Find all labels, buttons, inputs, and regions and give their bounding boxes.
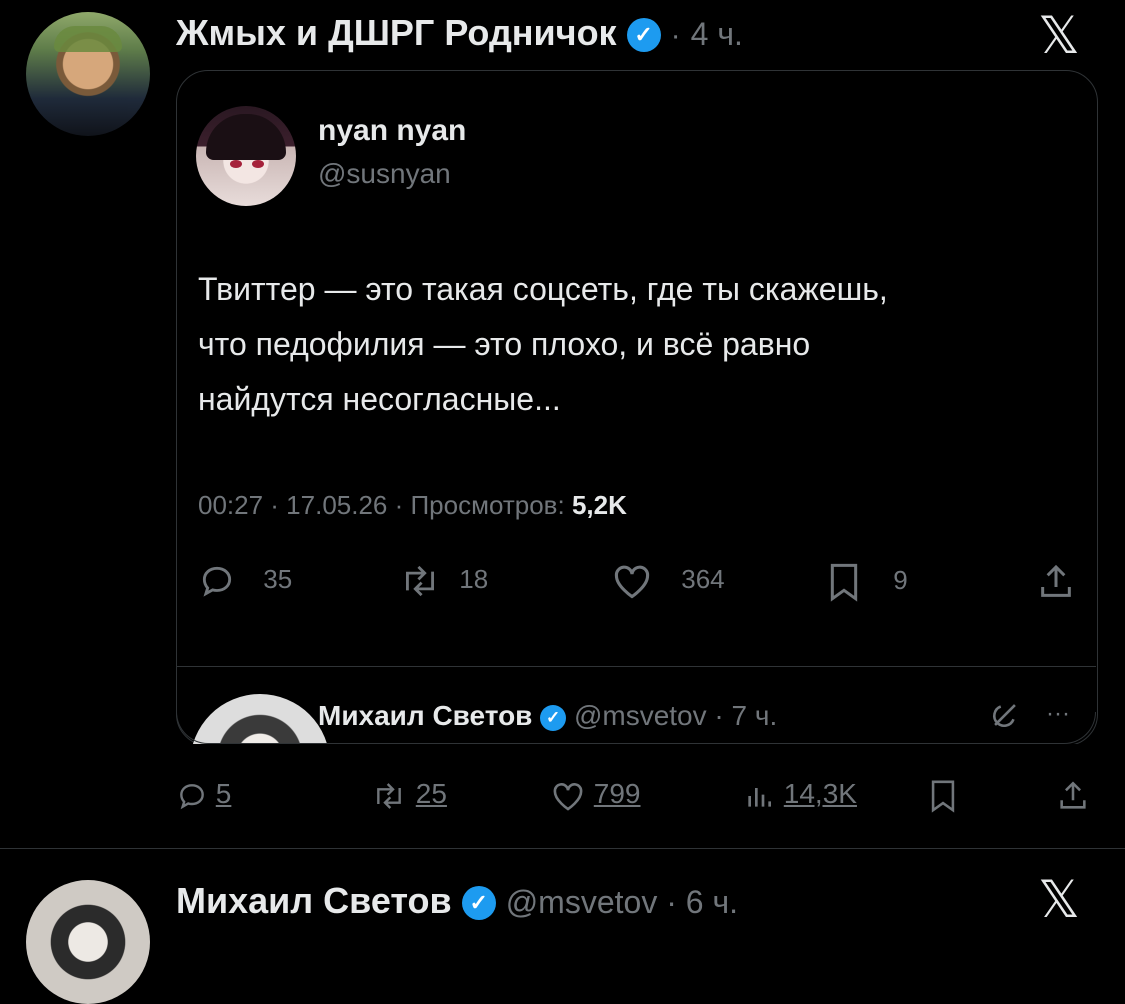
quote-author-handle[interactable]: @susnyan — [318, 158, 451, 190]
quote-author-name[interactable]: nyan nyan — [318, 114, 466, 148]
share-icon — [1041, 564, 1071, 597]
views-count: 14,3K — [783, 778, 857, 809]
quote-text-line: что педофилия — это плохо, и всё равно — [198, 326, 811, 362]
quote-reply-button[interactable]: 35 — [198, 562, 292, 600]
next-handle-time[interactable]: @msvetov · 6 ч. — [506, 884, 738, 920]
next-author-avatar[interactable] — [26, 880, 150, 1004]
bookmark-icon — [830, 563, 858, 602]
views-icon — [748, 787, 771, 807]
quote-bookmark-count: 9 — [893, 564, 908, 595]
repost-icon — [406, 565, 434, 597]
like-button[interactable]: 799 — [550, 778, 641, 812]
quote-text-line: найдутся несогласные... — [198, 381, 561, 417]
post-separator — [0, 848, 1125, 849]
quote-like-button[interactable]: 364 — [610, 562, 725, 600]
reply-icon — [180, 783, 204, 809]
quote-like-count: 364 — [681, 563, 725, 594]
bookmark-icon — [931, 780, 955, 813]
next-post-header: Михаил Светов ✓ @msvetov · 6 ч. — [176, 880, 738, 922]
avatar-eye — [252, 160, 264, 168]
quote-reply-count: 35 — [263, 563, 293, 594]
verified-icon: ✓ — [461, 886, 496, 921]
quote-meta: 00:27 · 17.05.26 · Просмотров: 5,2K — [198, 490, 627, 521]
share-button[interactable] — [1056, 778, 1090, 813]
quote-views: 5,2K — [571, 490, 627, 520]
x-logo-icon[interactable]: 𝕏 — [1038, 6, 1080, 66]
time-separator: · — [670, 19, 681, 52]
avatar-laurel — [54, 26, 122, 52]
like-icon — [614, 565, 650, 599]
repost-count: 25 — [415, 778, 447, 809]
reply-button[interactable]: 5 — [176, 778, 231, 812]
post-header: Жмых и ДШРГ Родничок ✓ · 4 ч. — [176, 12, 743, 54]
quote-card-bottom-border — [176, 712, 1096, 744]
quote-text: Твиттер — это такая соцсеть, где ты скаж… — [198, 262, 1088, 427]
reply-count: 5 — [215, 778, 232, 809]
quote-share-button[interactable] — [1036, 562, 1076, 602]
bookmark-button[interactable] — [928, 778, 958, 813]
repost-button[interactable]: 25 — [370, 778, 447, 812]
verified-icon: ✓ — [626, 18, 661, 53]
like-count: 799 — [593, 778, 641, 809]
x-logo-icon[interactable]: 𝕏 — [1038, 870, 1080, 930]
quote-bookmark-button[interactable]: 9 — [826, 562, 908, 602]
avatar-hair — [206, 114, 286, 160]
post-time[interactable]: 4 ч. — [691, 16, 743, 52]
author-name[interactable]: Жмых и ДШРГ Родничок — [176, 12, 617, 53]
like-icon — [553, 782, 583, 811]
author-avatar[interactable] — [26, 12, 150, 136]
views-button[interactable]: 14,3K — [742, 778, 857, 812]
quote-divider — [176, 666, 1096, 667]
quote-repost-button[interactable]: 18 — [398, 562, 488, 600]
next-author-name[interactable]: Михаил Светов — [176, 880, 452, 921]
quote-author-avatar[interactable] — [196, 106, 296, 206]
share-icon — [1060, 781, 1086, 809]
repost-icon — [377, 782, 401, 809]
reply-icon — [202, 566, 232, 597]
avatar-eye — [230, 160, 242, 168]
quote-timestamp: 00:27 · 17.05.26 · Просмотров: — [198, 490, 565, 520]
quote-repost-count: 18 — [459, 563, 489, 594]
quote-text-line: Твиттер — это такая соцсеть, где ты скаж… — [198, 271, 888, 307]
